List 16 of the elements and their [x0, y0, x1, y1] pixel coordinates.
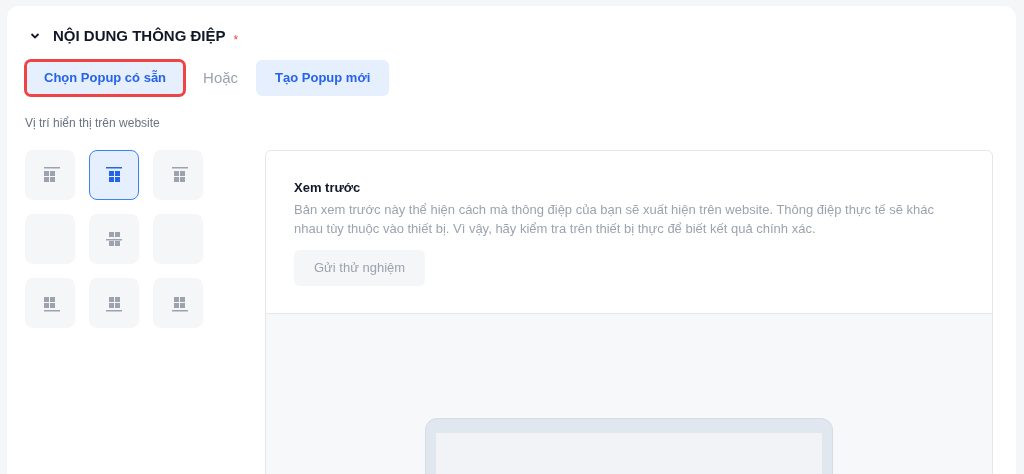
section-title: NỘI DUNG THÔNG ĐIỆP	[53, 25, 226, 46]
position-option[interactable]	[153, 150, 203, 200]
position-option[interactable]	[153, 278, 203, 328]
chevron-down-icon[interactable]	[30, 31, 40, 41]
preview-title: Xem trước	[294, 179, 362, 197]
required-mark: *	[233, 32, 239, 49]
position-option[interactable]	[89, 214, 139, 264]
position-option[interactable]	[89, 278, 139, 328]
popup-source-button[interactable]: Chọn Popup có sẵn	[25, 60, 186, 96]
or-label: Hoặc	[203, 67, 239, 88]
preview-description: Bản xem trước này thể hiện cách mà thông điệp của bạn sẽ xuất hiện trên website. Thông điệp thực tế sẽ khác nhau tùy thuộc vào thiết bị. Vì vậy, hãy kiểm tra trên thiết bị thực để biết kết quả chính xác.	[294, 200, 935, 238]
position-label: Vị trí hiển thị trên website	[25, 115, 161, 132]
position-option[interactable]	[89, 150, 139, 200]
position-option[interactable]	[25, 150, 75, 200]
popup-source-button[interactable]: Tạo Popup mới	[256, 60, 390, 96]
position-option[interactable]	[25, 278, 75, 328]
